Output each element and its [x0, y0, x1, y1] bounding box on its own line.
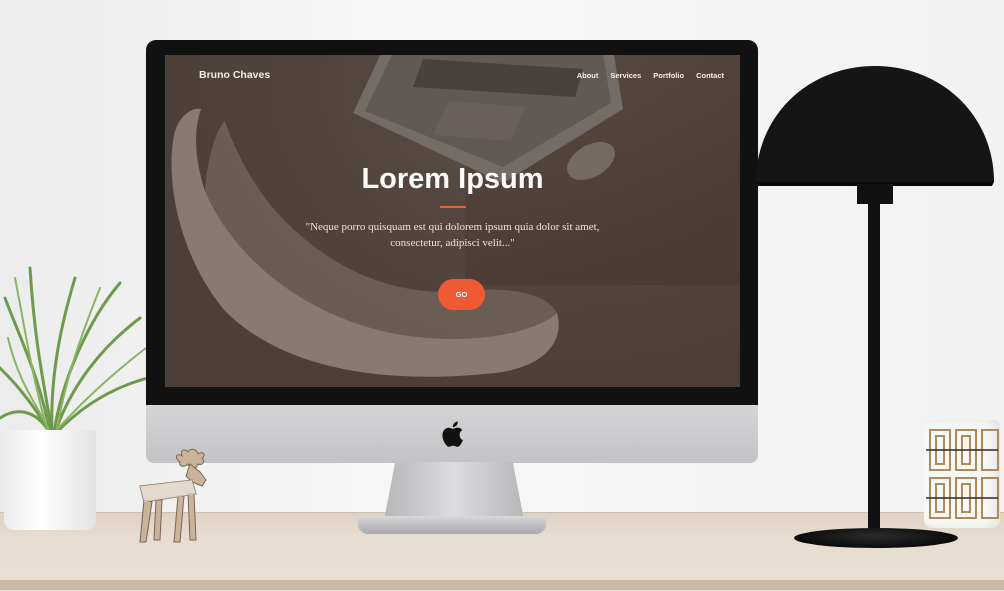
lamp-pole — [868, 196, 880, 536]
cup-pattern — [926, 429, 999, 519]
nav-link-portfolio[interactable]: Portfolio — [653, 71, 684, 80]
plant-pot — [4, 430, 96, 530]
patterned-cup — [924, 420, 1000, 528]
nav-link-services[interactable]: Services — [610, 71, 641, 80]
monitor-screen: Bruno Chaves About Services Portfolio Co… — [165, 55, 740, 387]
lamp-base — [794, 528, 958, 548]
site-nav: Bruno Chaves About Services Portfolio Co… — [199, 65, 724, 85]
monitor-stand-base — [358, 516, 546, 534]
hero-divider — [439, 206, 466, 208]
nav-link-contact[interactable]: Contact — [696, 71, 724, 80]
hero-quote: "Neque porro quisquam est qui dolorem ip… — [305, 221, 600, 249]
nav-links: About Services Portfolio Contact — [577, 71, 724, 80]
lamp-shade — [756, 66, 994, 204]
nav-link-about[interactable]: About — [577, 71, 599, 80]
go-button[interactable]: GO — [438, 279, 485, 310]
site-brand[interactable]: Bruno Chaves — [199, 69, 270, 81]
desk-edge — [0, 580, 1004, 590]
hero-section: Lorem Ipsum "Neque porro quisquam est qu… — [165, 165, 740, 252]
monitor-stand — [384, 462, 524, 520]
plant-decoration — [0, 266, 150, 435]
monitor-chin — [146, 405, 758, 463]
apple-icon — [442, 421, 463, 447]
moose-figurine — [139, 448, 207, 543]
hero-title: Lorem Ipsum — [361, 163, 544, 195]
